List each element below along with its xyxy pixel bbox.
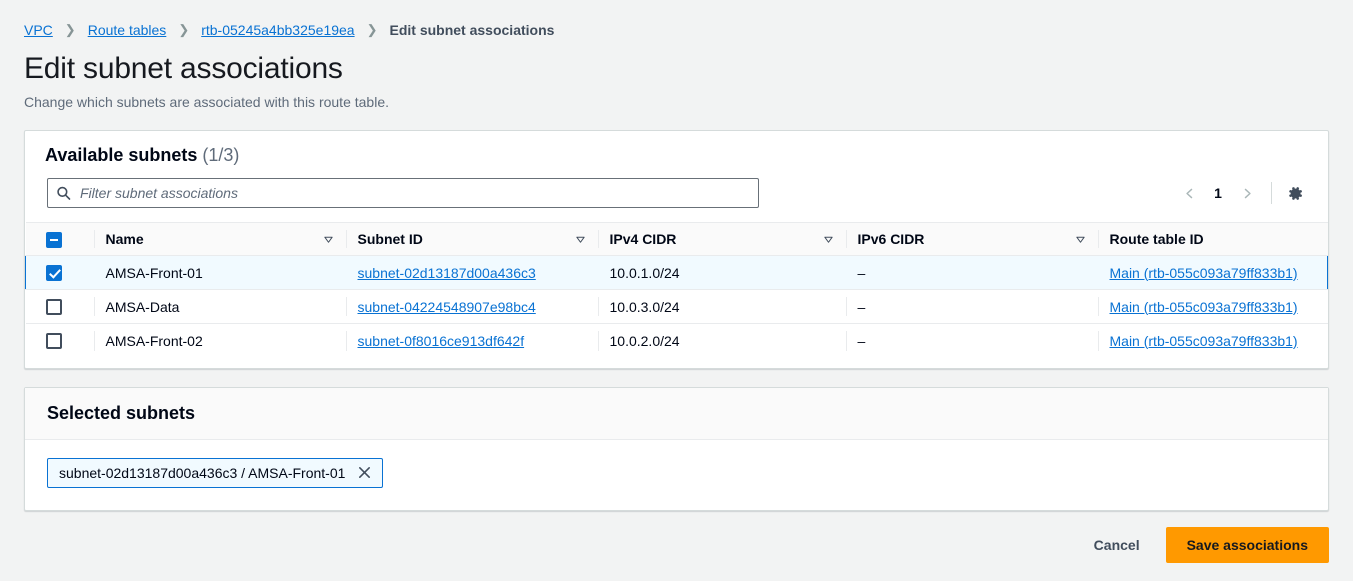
gear-icon[interactable] [1282, 180, 1308, 206]
subnet-id-link[interactable]: subnet-04224548907e98bc4 [358, 299, 536, 315]
row-select-cell [26, 324, 94, 358]
table-bottom-padding [25, 358, 1328, 368]
breadcrumb-item-route-tables[interactable]: Route tables [88, 22, 167, 38]
sort-icon [823, 234, 834, 245]
select-all-checkbox[interactable] [45, 231, 62, 248]
search-input[interactable] [47, 178, 759, 208]
cell-subnet-id: subnet-02d13187d00a436c3 [345, 255, 598, 290]
selected-subnets-body: subnet-02d13187d00a436c3 / AMSA-Front-01 [25, 440, 1328, 510]
available-subnets-title: Available subnets [45, 145, 198, 165]
cell-subnet-id: subnet-04224548907e98bc4 [345, 289, 598, 324]
close-icon[interactable] [357, 465, 372, 480]
route-table-id-link[interactable]: Main (rtb-055c093a79ff833b1) [1110, 333, 1298, 349]
column-header-ipv6-cidr[interactable]: IPv6 CIDR [845, 222, 1098, 256]
selected-subnets-title: Selected subnets [47, 402, 196, 423]
cell-name: AMSA-Data [93, 289, 346, 324]
search-box [47, 178, 759, 208]
subnet-id-link[interactable]: subnet-02d13187d00a436c3 [358, 265, 536, 281]
page-description: Change which subnets are associated with… [24, 94, 389, 110]
cell-ipv6-cidr: – [845, 324, 1098, 358]
column-header-subnet-id[interactable]: Subnet ID [345, 222, 598, 256]
route-table-id-link[interactable]: Main (rtb-055c093a79ff833b1) [1110, 299, 1298, 315]
cell-ipv6-cidr: – [845, 289, 1098, 324]
breadcrumb-item-current: Edit subnet associations [389, 22, 555, 38]
selected-subnet-token-label: subnet-02d13187d00a436c3 / AMSA-Front-01 [59, 464, 346, 481]
table-row[interactable]: AMSA-Data subnet-04224548907e98bc4 10.0.… [25, 289, 1328, 324]
row-checkbox[interactable] [46, 265, 62, 282]
cancel-button[interactable]: Cancel [1086, 531, 1148, 559]
available-subnets-header: Available subnets (1/3) [25, 131, 1328, 166]
pagination: 1 [1175, 179, 1308, 207]
cell-ipv6-cidr: – [845, 255, 1098, 290]
sort-icon [575, 234, 586, 245]
column-header-subnet-id-label: Subnet ID [357, 231, 423, 247]
sort-icon [323, 234, 334, 245]
row-checkbox[interactable] [45, 333, 62, 350]
cell-ipv4-cidr: 10.0.1.0/24 [597, 255, 846, 290]
available-subnets-counter: (1/3) [202, 145, 240, 165]
breadcrumb-item-route-table-id[interactable]: rtb-05245a4bb325e19ea [201, 22, 354, 38]
table-row[interactable]: AMSA-Front-01 subnet-02d13187d00a436c3 1… [25, 255, 1328, 290]
sort-icon [1075, 234, 1086, 245]
footer-actions: Cancel Save associations [0, 511, 1353, 563]
cell-route-table-id: Main (rtb-055c093a79ff833b1) [1097, 255, 1328, 290]
chevron-left-icon[interactable] [1175, 179, 1203, 207]
selected-subnet-token[interactable]: subnet-02d13187d00a436c3 / AMSA-Front-01 [47, 457, 384, 488]
selected-subnets-panel: Selected subnets subnet-02d13187d00a436c… [24, 386, 1329, 511]
table-body: AMSA-Front-01 subnet-02d13187d00a436c3 1… [25, 255, 1328, 358]
pagination-divider [1271, 182, 1272, 204]
column-header-route-table-id-label: Route table ID [1109, 231, 1204, 247]
available-subnets-panel: Available subnets(1/3) 1 [24, 130, 1329, 369]
column-header-ipv6-cidr-label: IPv6 CIDR [857, 231, 925, 247]
table-header-row: Name Subnet ID IPv4 CIDR IPv6 CIDR Route… [25, 222, 1328, 256]
cell-name: AMSA-Front-01 [93, 255, 346, 290]
selected-subnets-header: Selected subnets [25, 387, 1328, 440]
table-row[interactable]: AMSA-Front-02 subnet-0f8016ce913df642f 1… [26, 324, 1328, 358]
row-select-cell [25, 289, 94, 324]
cell-name: AMSA-Front-02 [93, 324, 346, 358]
save-associations-button[interactable]: Save associations [1165, 526, 1329, 563]
route-table-id-link[interactable]: Main (rtb-055c093a79ff833b1) [1110, 265, 1298, 281]
cell-subnet-id: subnet-0f8016ce913df642f [345, 324, 598, 358]
cell-ipv4-cidr: 10.0.3.0/24 [597, 289, 846, 324]
row-checkbox[interactable] [45, 299, 62, 316]
pagination-page-1[interactable]: 1 [1205, 185, 1231, 201]
cell-ipv4-cidr: 10.0.2.0/24 [597, 324, 846, 358]
breadcrumb-separator-icon: ❯ [366, 22, 378, 37]
chevron-right-icon[interactable] [1233, 179, 1261, 207]
breadcrumb-separator-icon: ❯ [64, 22, 76, 37]
subnet-id-link[interactable]: subnet-0f8016ce913df642f [358, 333, 525, 349]
table-tools-row: 1 [25, 166, 1328, 222]
column-header-route-table-id[interactable]: Route table ID [1097, 222, 1328, 256]
subnets-table: Name Subnet ID IPv4 CIDR IPv6 CIDR Route… [25, 222, 1328, 358]
column-header-ipv4-cidr-label: IPv4 CIDR [609, 231, 677, 247]
table-header: Name Subnet ID IPv4 CIDR IPv6 CIDR Route… [25, 222, 1328, 256]
breadcrumb-separator-icon: ❯ [178, 22, 190, 37]
column-header-ipv4-cidr[interactable]: IPv4 CIDR [597, 222, 846, 256]
page-title: Edit subnet associations [24, 52, 343, 85]
column-header-name-label: Name [105, 231, 144, 247]
breadcrumb: VPC ❯ Route tables ❯ rtb-05245a4bb325e19… [0, 0, 1353, 38]
row-select-cell [25, 255, 94, 290]
breadcrumb-item-vpc[interactable]: VPC [24, 22, 53, 38]
column-header-name[interactable]: Name [93, 222, 346, 256]
cell-route-table-id: Main (rtb-055c093a79ff833b1) [1097, 324, 1328, 358]
select-all-header-cell [25, 222, 94, 256]
cell-route-table-id: Main (rtb-055c093a79ff833b1) [1097, 289, 1328, 324]
